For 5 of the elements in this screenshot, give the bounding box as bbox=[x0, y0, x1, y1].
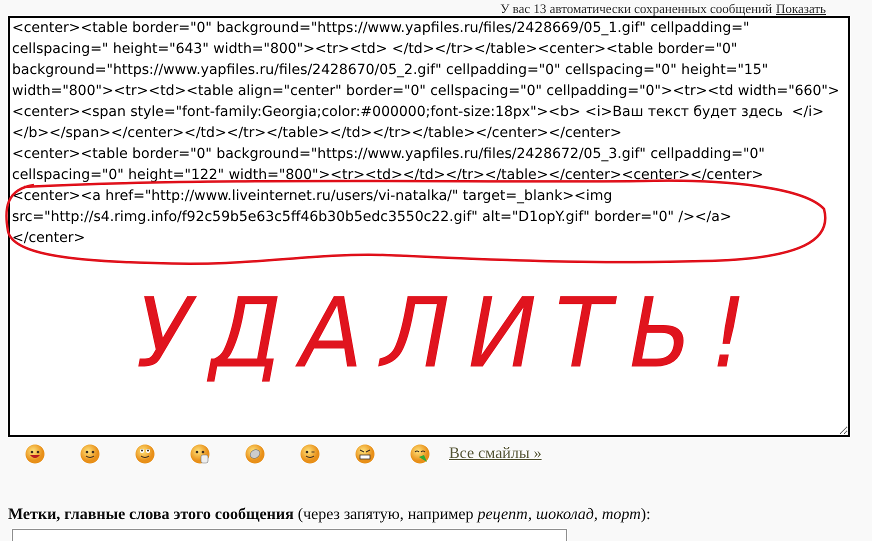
handwritten-annotation: УДАЛИТЬ! bbox=[136, 282, 766, 386]
show-link[interactable]: Показать bbox=[776, 2, 826, 16]
autosave-notice: У вас 13 автоматически сохраненных сообщений bbox=[500, 2, 772, 16]
all-smileys-link[interactable]: Все смайлы » bbox=[449, 442, 542, 466]
tags-label: Метки, главные слова этого сообщения (через запятую, например рецепт, шоколад, торт): bbox=[8, 505, 652, 525]
